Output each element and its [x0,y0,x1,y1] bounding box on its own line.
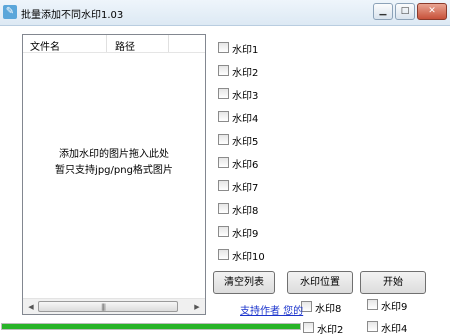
watermark-label: 水印8 [232,206,259,217]
app-logo-icon: ✎ [3,5,17,19]
checkbox-box[interactable] [218,42,229,53]
checkbox-box[interactable] [218,65,229,76]
close-button[interactable]: ✕ [417,3,447,20]
watermark-label: 水印9 [232,229,259,240]
checkbox-box[interactable] [367,321,378,332]
watermark-label: 水印8 [315,304,342,315]
maximize-icon: □ [400,6,410,16]
start-button[interactable]: 开始 [360,271,426,294]
checkbox-box[interactable] [218,157,229,168]
maximize-button[interactable]: □ [395,3,415,20]
checkbox-box[interactable] [218,226,229,237]
window-title: 批量添加不同水印1.03 [21,10,124,21]
support-author-link[interactable]: 支持作者 您的 [240,302,303,317]
grip-icon: ||| [101,303,106,311]
watermark-label: 水印2 [232,68,259,79]
close-icon: ✕ [428,6,436,16]
watermark-label: 水印2 [317,325,344,336]
checkbox-box[interactable] [218,249,229,260]
checkbox-box[interactable] [218,134,229,145]
drop-hint-line1: 添加水印的图片拖入此处 [59,149,169,160]
checkbox-box[interactable] [303,322,314,333]
title-bar: ✎ 批量添加不同水印1.03 ▁ □ ✕ [0,0,450,26]
watermark-label: 水印4 [232,114,259,125]
minimize-button[interactable]: ▁ [373,3,393,20]
clear-list-button[interactable]: 清空列表 [213,271,275,294]
watermark-label: 水印5 [232,137,259,148]
scroll-right-icon[interactable]: ▶ [191,301,203,313]
watermark-label: 水印10 [232,252,265,263]
checkbox-box[interactable] [218,203,229,214]
watermark-label: 水印6 [232,160,259,171]
checkbox-box[interactable] [218,88,229,99]
horizontal-scrollbar[interactable]: ◀ ||| ▶ [23,298,205,314]
scroll-left-icon[interactable]: ◀ [25,301,37,313]
file-list[interactable]: 文件名 路径 添加水印的图片拖入此处 暂只支持jpg/png格式图片 ◀ |||… [22,34,206,315]
checkbox-box[interactable] [218,180,229,191]
column-header-filename[interactable]: 文件名 [30,38,60,53]
watermark-label: 水印1 [232,45,259,56]
column-divider[interactable] [106,35,107,52]
watermark-label: 水印7 [232,183,259,194]
column-header-path[interactable]: 路径 [115,38,135,53]
file-list-header: 文件名 路径 [23,35,205,53]
checkbox-box[interactable] [218,111,229,122]
watermark-position-button[interactable]: 水印位置 [287,271,353,294]
scrollbar-thumb[interactable]: ||| [38,301,178,312]
watermark-label: 水印4 [381,324,408,335]
progress-fill [2,324,300,329]
progress-bar [1,323,301,330]
checkbox-box[interactable] [367,299,378,310]
drop-hint-line2: 暂只支持jpg/png格式图片 [55,165,173,176]
watermark-label: 水印9 [381,302,408,313]
watermark-label: 水印3 [232,91,259,102]
minimize-icon: ▁ [379,6,387,16]
column-divider[interactable] [168,35,169,52]
